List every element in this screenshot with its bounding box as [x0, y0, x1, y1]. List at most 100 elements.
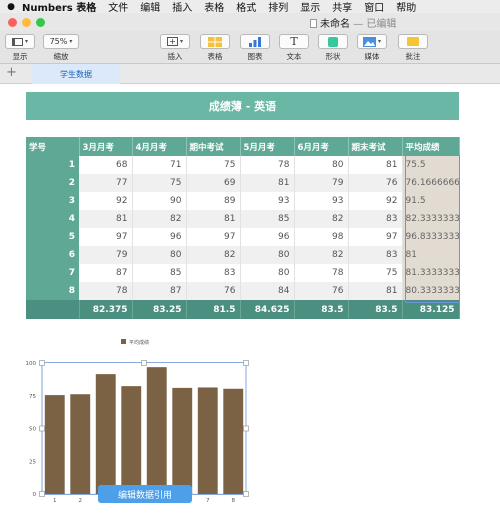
column-header[interactable]: 期中考试: [186, 137, 241, 156]
tab-student-data[interactable]: 学生数据: [32, 64, 120, 84]
row-number-cell[interactable]: 3: [26, 192, 79, 210]
footer-cell[interactable]: 81.5: [186, 300, 241, 319]
score-cell[interactable]: 97: [186, 228, 241, 246]
comment-button[interactable]: [398, 34, 428, 49]
column-header[interactable]: 4月月考: [132, 137, 187, 156]
score-cell[interactable]: 97: [348, 228, 403, 246]
insert-control[interactable]: + ▾ 插入: [160, 34, 190, 62]
minimize-window-button[interactable]: [22, 17, 31, 27]
footer-cell[interactable]: 83.5: [294, 300, 349, 319]
column-header[interactable]: 5月月考: [240, 137, 295, 156]
score-cell[interactable]: 81: [348, 282, 403, 300]
row-number-cell[interactable]: 7: [26, 264, 79, 282]
score-cell[interactable]: 93: [240, 192, 295, 210]
score-cell[interactable]: 75: [186, 156, 241, 174]
shape-button[interactable]: [318, 34, 348, 49]
row-number-cell[interactable]: 6: [26, 246, 79, 264]
score-cell[interactable]: 92: [348, 192, 403, 210]
score-cell[interactable]: 81: [348, 156, 403, 174]
resize-handle[interactable]: [39, 425, 45, 432]
score-cell[interactable]: 68: [79, 156, 133, 174]
column-header[interactable]: 期末考试: [348, 137, 403, 156]
menu-share[interactable]: 共享: [332, 0, 352, 14]
menu-edit[interactable]: 编辑: [140, 0, 160, 14]
score-cell[interactable]: 96: [132, 228, 187, 246]
score-cell[interactable]: 82: [294, 210, 349, 228]
column-header[interactable]: 学号: [26, 137, 80, 156]
chart-bar[interactable]: [223, 388, 244, 494]
score-cell[interactable]: 81: [240, 174, 295, 192]
score-cell[interactable]: 83: [348, 210, 403, 228]
score-cell[interactable]: 79: [79, 246, 133, 264]
score-cell[interactable]: 75: [348, 264, 403, 282]
average-cell[interactable]: 81: [402, 246, 460, 264]
column-header[interactable]: 6月月考: [294, 137, 349, 156]
zoom-control[interactable]: 75% ▾ 缩放: [43, 34, 79, 62]
row-number-cell[interactable]: 2: [26, 174, 79, 192]
row-number-cell[interactable]: 8: [26, 282, 79, 300]
chart-bar[interactable]: [121, 386, 142, 494]
average-cell[interactable]: 81.3333333: [402, 264, 460, 282]
score-cell[interactable]: 71: [132, 156, 187, 174]
score-cell[interactable]: 76: [186, 282, 241, 300]
score-cell[interactable]: 83: [348, 246, 403, 264]
score-cell[interactable]: 89: [186, 192, 241, 210]
score-cell[interactable]: 82: [186, 246, 241, 264]
chart-bar[interactable]: [70, 394, 91, 494]
score-cell[interactable]: 92: [79, 192, 133, 210]
column-header[interactable]: 平均成绩: [402, 137, 460, 156]
view-button[interactable]: ▾: [5, 34, 35, 49]
resize-handle[interactable]: [39, 360, 45, 366]
zoom-select[interactable]: 75% ▾: [43, 34, 79, 49]
text-control[interactable]: T 文本: [279, 34, 309, 62]
row-number-cell[interactable]: 5: [26, 228, 79, 246]
menu-insert[interactable]: 插入: [172, 0, 192, 14]
view-control[interactable]: ▾ 显示: [5, 34, 35, 62]
average-cell[interactable]: 75.5: [402, 156, 460, 174]
score-cell[interactable]: 76: [348, 174, 403, 192]
score-cell[interactable]: 78: [79, 282, 133, 300]
average-cell[interactable]: 96.8333333: [402, 228, 460, 246]
resize-handle[interactable]: [141, 360, 147, 366]
menu-format[interactable]: 格式: [236, 0, 256, 14]
score-cell[interactable]: 75: [132, 174, 187, 192]
row-number-cell[interactable]: 1: [26, 156, 79, 174]
menu-file[interactable]: 文件: [108, 0, 128, 14]
chart-bar[interactable]: [44, 395, 65, 494]
chart-bar[interactable]: [197, 387, 218, 494]
score-cell[interactable]: 77: [79, 174, 133, 192]
media-control[interactable]: ▾ 媒体: [357, 34, 387, 62]
score-cell[interactable]: 69: [186, 174, 241, 192]
score-cell[interactable]: 96: [240, 228, 295, 246]
footer-cell[interactable]: 83.125: [402, 300, 460, 319]
add-sheet-button[interactable]: +: [6, 65, 17, 80]
column-header[interactable]: 3月月考: [79, 137, 133, 156]
insert-button[interactable]: + ▾: [160, 34, 190, 49]
row-number-cell[interactable]: 4: [26, 210, 79, 228]
score-cell[interactable]: 87: [132, 282, 187, 300]
score-cell[interactable]: 81: [79, 210, 133, 228]
score-cell[interactable]: 81: [186, 210, 241, 228]
media-button[interactable]: ▾: [357, 34, 387, 49]
footer-cell[interactable]: [26, 300, 80, 319]
score-cell[interactable]: 82: [132, 210, 187, 228]
text-button[interactable]: T: [279, 34, 309, 49]
resize-handle[interactable]: [243, 425, 249, 432]
table-button[interactable]: [200, 34, 230, 49]
footer-cell[interactable]: 83.25: [132, 300, 187, 319]
score-cell[interactable]: 84: [240, 282, 295, 300]
sheet-canvas[interactable]: 成绩薄 - 英语 学号 3月月考 4月月考 期中考试 5月月考 6月月考 期末考…: [0, 85, 500, 520]
average-cell[interactable]: 82.3333333: [402, 210, 460, 228]
edit-data-references-button[interactable]: 编辑数据引用: [98, 485, 192, 503]
chart-bar[interactable]: [95, 374, 116, 494]
resize-handle[interactable]: [243, 491, 249, 497]
average-cell[interactable]: 80.3333333: [402, 282, 460, 300]
chart-bar[interactable]: [146, 367, 167, 494]
score-cell[interactable]: 80: [240, 246, 295, 264]
score-cell[interactable]: 80: [294, 156, 349, 174]
resize-handle[interactable]: [243, 360, 249, 366]
score-cell[interactable]: 79: [294, 174, 349, 192]
score-cell[interactable]: 85: [132, 264, 187, 282]
menu-help[interactable]: 帮助: [396, 0, 416, 14]
menu-table[interactable]: 表格: [204, 0, 224, 14]
